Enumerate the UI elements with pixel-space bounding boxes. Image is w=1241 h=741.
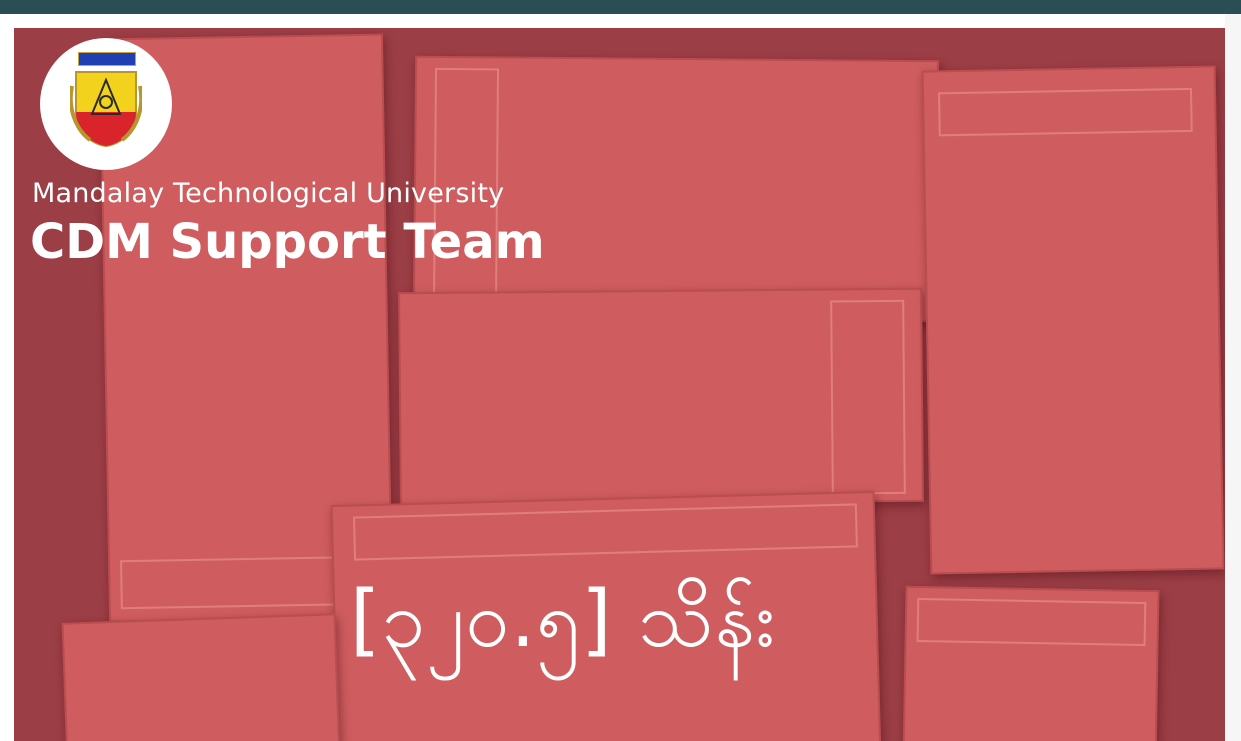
amount-text: [၃၂၀.၅] သိန်း	[350, 575, 776, 665]
logo-banner	[78, 52, 136, 66]
university-name: Mandalay Technological University	[32, 178, 505, 209]
top-background-strip	[0, 0, 1241, 14]
left-white-border	[0, 14, 14, 741]
envelope	[921, 65, 1225, 575]
top-white-border	[0, 14, 1241, 28]
shield-icon	[70, 71, 142, 148]
envelope	[398, 287, 924, 507]
team-name: CDM Support Team	[30, 214, 545, 270]
university-logo	[40, 38, 172, 170]
envelope-flap	[352, 503, 858, 561]
image-frame: Mandalay Technological University CDM Su…	[0, 0, 1241, 741]
right-white-border	[1225, 14, 1241, 741]
envelope	[902, 585, 1160, 741]
envelope-flap	[830, 299, 906, 495]
envelope	[61, 613, 341, 741]
envelope-flap	[916, 598, 1147, 646]
envelope-flap	[938, 87, 1193, 137]
